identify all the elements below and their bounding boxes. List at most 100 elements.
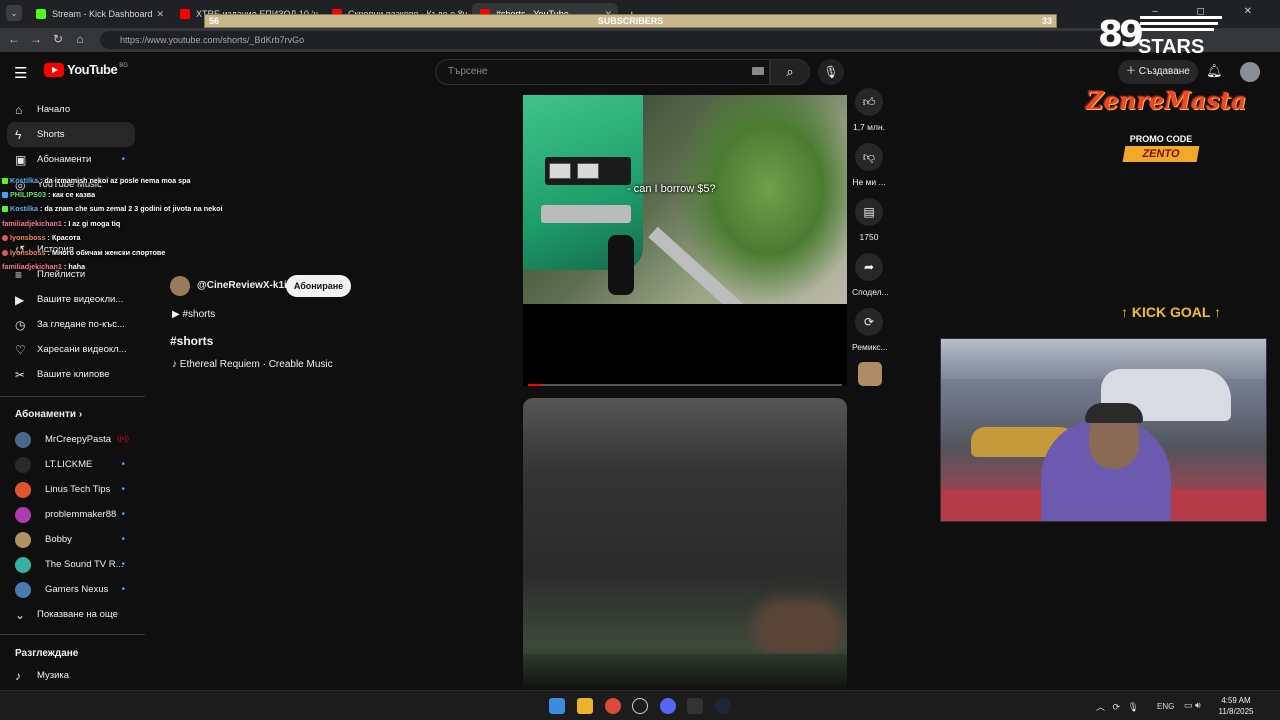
create-button[interactable]: ＋ Създаване bbox=[1118, 60, 1198, 84]
sidebar-channel[interactable]: The Sound TV R... • bbox=[7, 552, 135, 577]
video-progress-bar[interactable] bbox=[528, 384, 842, 386]
reload-icon[interactable]: ↻ bbox=[50, 32, 66, 46]
channel-name-link[interactable]: @CineReviewX-k1i bbox=[197, 280, 287, 291]
chat-username: Kostilka bbox=[10, 204, 38, 213]
sidebar-channel[interactable]: Linus Tech Tips • bbox=[7, 477, 135, 502]
sidebar-item-subscriptions[interactable]: ▣ Абонаменти • bbox=[7, 147, 135, 172]
file-explorer-icon[interactable] bbox=[577, 698, 593, 714]
share-button[interactable]: ➦ Сподел... bbox=[852, 253, 889, 297]
sidebar-item-home[interactable]: ⌂ Начало bbox=[7, 97, 135, 122]
comments-button[interactable]: ▤ 1750 bbox=[852, 198, 886, 242]
chat-username: familiadjekichan1 bbox=[2, 262, 62, 271]
url-field[interactable]: https://www.youtube.com/shorts/_BdKrb7rv… bbox=[100, 31, 1130, 49]
back-icon[interactable]: ← bbox=[6, 32, 22, 46]
subscribe-button[interactable]: Абониране bbox=[286, 275, 351, 297]
create-label: Създаване bbox=[1138, 66, 1190, 77]
subscriptions-header-label: Абонаменти bbox=[15, 409, 77, 420]
menu-icon[interactable]: ☰ bbox=[14, 64, 27, 82]
chat-text: I az gi moga tiq bbox=[68, 219, 121, 228]
new-content-dot: • bbox=[121, 484, 125, 495]
channel-avatar bbox=[15, 431, 31, 448]
sidebar-channel[interactable]: problemmaker88 • bbox=[7, 502, 135, 527]
sidebar-divider bbox=[0, 396, 145, 397]
chat-message: familiadjekichan1 : I az gi moga tiq bbox=[2, 219, 121, 228]
input-language[interactable]: ENG bbox=[1157, 702, 1174, 711]
sidebar-channel[interactable]: LT.LICKME • bbox=[7, 452, 135, 477]
sidebar-item-your-videos[interactable]: ▶ Вашите видеокли... bbox=[7, 287, 135, 312]
taskbar-clock[interactable]: 4:59 AM 11/8/2025 bbox=[1212, 695, 1260, 717]
browser-tab[interactable]: Stream - Kick Dashboard ✕ bbox=[28, 3, 170, 25]
remix-label: Ремикс... bbox=[852, 342, 888, 352]
music-link[interactable]: ♪ Ethereal Requiem · Creable Music bbox=[172, 359, 333, 370]
home-icon: ⌂ bbox=[15, 102, 23, 117]
live-icon: ((•)) bbox=[117, 436, 129, 443]
tab-search-button[interactable]: ⌄ bbox=[6, 5, 22, 21]
remix-button[interactable]: ⟳ Ремикс... bbox=[852, 308, 888, 352]
stars-number: 89 bbox=[1098, 14, 1144, 55]
new-content-dot: • bbox=[121, 559, 125, 570]
new-content-dot: • bbox=[121, 154, 125, 165]
sidebar-item-label: За гледане по-къс... bbox=[37, 319, 125, 330]
like-icon: 👍︎ bbox=[855, 88, 883, 116]
obs-icon[interactable] bbox=[632, 698, 648, 714]
keyboard-icon[interactable] bbox=[752, 67, 764, 75]
channel-avatar bbox=[15, 556, 31, 573]
sidebar-item-label: Начало bbox=[37, 104, 71, 115]
stars-stripe bbox=[1140, 16, 1222, 19]
like-button[interactable]: 👍︎ 1,7 млн. bbox=[852, 88, 886, 132]
chat-message: PHILIPS03 : как се казва bbox=[2, 190, 95, 199]
short-video-player[interactable]: - can I borrow $5? bbox=[523, 95, 847, 304]
search-button[interactable]: ⌕ bbox=[770, 59, 810, 85]
sidebar-channel[interactable]: Gamers Nexus • bbox=[7, 577, 135, 602]
sidebar-item-shorts[interactable]: ϟ Shorts bbox=[7, 122, 135, 147]
discord-icon[interactable] bbox=[660, 698, 676, 714]
video-letterbox bbox=[523, 304, 847, 386]
watch-later-icon: ◷ bbox=[15, 317, 26, 332]
sidebar-channel[interactable]: MrCreepyPasta ((•)) bbox=[7, 427, 135, 452]
kick-goal-label: ↑ KICK GOAL ↑ bbox=[1120, 304, 1222, 320]
show-more-button[interactable]: ⌄ Показване на още bbox=[7, 602, 135, 627]
account-avatar[interactable] bbox=[1240, 62, 1260, 82]
channel-avatar bbox=[15, 531, 31, 548]
close-icon[interactable]: ✕ bbox=[156, 9, 164, 20]
chat-text: da izmamish nekoi az posle nema moa spa bbox=[44, 176, 191, 185]
playlist-link[interactable]: ▶ #shorts bbox=[172, 309, 215, 320]
notifications-bell-icon[interactable]: 🔔︎ bbox=[1206, 63, 1223, 79]
sidebar-item-clips[interactable]: ✂ Вашите клипове bbox=[7, 362, 135, 387]
dislike-button[interactable]: 👎︎ Не ми ... bbox=[852, 143, 886, 187]
windows-taskbar: ︿ ⟳ 🎙︎ ENG ▭ 🔊︎ 4:59 AM 11/8/2025 bbox=[0, 690, 1280, 720]
chrome-icon[interactable] bbox=[605, 698, 621, 714]
chat-text: Много обичам женски спортове bbox=[51, 248, 166, 257]
start-menu-icon[interactable] bbox=[549, 698, 565, 714]
sidebar-item-watch-later[interactable]: ◷ За гледане по-къс... bbox=[7, 312, 135, 337]
search-input[interactable]: Търсене bbox=[435, 59, 770, 85]
webcam-feed bbox=[940, 338, 1267, 522]
new-content-dot: • bbox=[121, 584, 125, 595]
promo-code-label: PROMO CODE bbox=[1129, 134, 1193, 144]
channel-avatar bbox=[15, 481, 31, 498]
voice-search-button[interactable]: 🎙︎ bbox=[818, 59, 844, 85]
subscribers-goal: 33 bbox=[1041, 16, 1052, 26]
chat-username: lyonsboss bbox=[10, 248, 46, 257]
network-volume-icons[interactable]: ▭ 🔊︎ bbox=[1184, 700, 1201, 711]
channel-avatar[interactable] bbox=[170, 276, 190, 296]
sidebar-item-music[interactable]: ♪ Музика bbox=[7, 663, 135, 688]
forward-icon[interactable]: → bbox=[28, 32, 44, 46]
system-tray-icons[interactable]: ︿ ⟳ 🎙︎ bbox=[1096, 700, 1139, 713]
chat-username: Kostilka bbox=[10, 176, 38, 185]
dislike-label: Не ми ... bbox=[852, 177, 886, 187]
sidebar-item-liked-videos[interactable]: ♡ Харесани видеокл... bbox=[7, 337, 135, 362]
webcam-ceiling bbox=[941, 339, 1266, 379]
promo-code: ZENTO bbox=[1122, 146, 1200, 162]
chat-text: Красота bbox=[51, 233, 81, 242]
subscriptions-header[interactable]: Абонаменти › bbox=[15, 409, 82, 420]
sidebar-item-label: Харесани видеокл... bbox=[37, 344, 127, 355]
sidebar-channel[interactable]: Bobby • bbox=[7, 527, 135, 552]
next-short-video[interactable] bbox=[523, 398, 847, 690]
steam-icon[interactable] bbox=[715, 698, 731, 714]
home-icon[interactable]: ⌂ bbox=[72, 32, 88, 46]
youtube-logo[interactable]: YouTube BG bbox=[44, 62, 128, 77]
car-headlight bbox=[577, 163, 599, 179]
sound-thumbnail[interactable] bbox=[858, 362, 882, 386]
terminal-icon[interactable] bbox=[687, 698, 703, 714]
